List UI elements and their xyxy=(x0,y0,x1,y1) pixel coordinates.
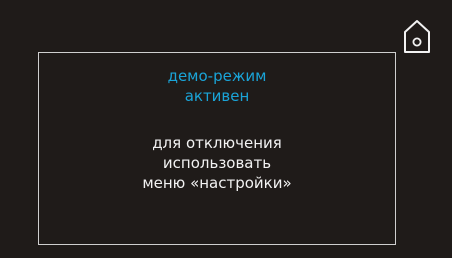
instruction-line: для отключения xyxy=(152,134,282,152)
demo-mode-status-line: демо-режим xyxy=(167,67,267,85)
instruction-line: меню «настройки» xyxy=(142,174,292,192)
demo-mode-status: демо-режим активен xyxy=(39,66,395,106)
demo-mode-panel: демо-режим активен для отключения исполь… xyxy=(38,52,396,245)
instruction-line: использовать xyxy=(162,154,272,172)
disable-instruction: для отключения использовать меню «настро… xyxy=(39,133,395,193)
home-button[interactable] xyxy=(402,18,432,54)
home-icon xyxy=(404,20,430,53)
demo-mode-status-line: активен xyxy=(184,87,250,105)
